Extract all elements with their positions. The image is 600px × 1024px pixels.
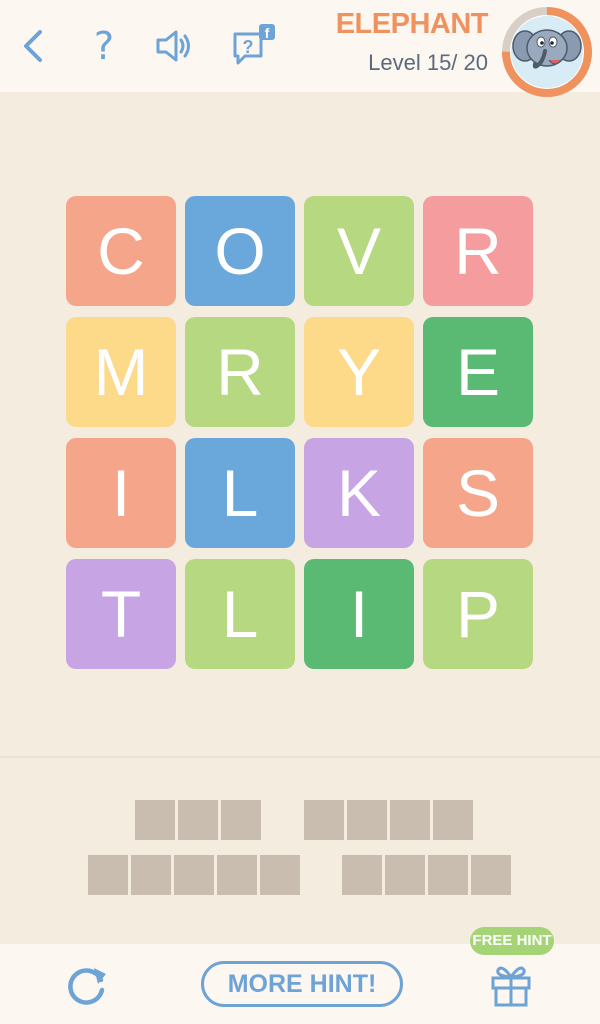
letter-tile[interactable]: S xyxy=(423,438,533,548)
free-hint-gift-button[interactable] xyxy=(488,960,534,1008)
letter-tile[interactable]: O xyxy=(185,196,295,306)
answer-letter-box xyxy=(131,855,171,895)
answer-letter-box xyxy=(385,855,425,895)
facebook-ask-button[interactable]: ? f xyxy=(228,22,275,70)
divider xyxy=(0,756,600,758)
answer-letter-box xyxy=(217,855,257,895)
letter-tile[interactable]: I xyxy=(304,559,414,669)
answer-letter-box xyxy=(221,800,261,840)
letter-tile[interactable]: V xyxy=(304,196,414,306)
top-bar: ? ? f ELEPHANT Level 15/ 20 xyxy=(0,0,600,97)
answer-letter-box xyxy=(342,855,382,895)
answer-word-slot xyxy=(88,855,300,895)
answer-letter-box xyxy=(304,800,344,840)
answer-letter-box xyxy=(135,800,175,840)
answer-letter-box xyxy=(88,855,128,895)
free-hint-badge[interactable]: FREE HINT xyxy=(470,927,554,955)
avatar xyxy=(499,4,595,100)
letter-tile[interactable]: P xyxy=(423,559,533,669)
answer-letter-box xyxy=(178,800,218,840)
elephant-icon xyxy=(512,29,582,69)
letter-tile[interactable]: M xyxy=(66,317,176,427)
sound-button[interactable] xyxy=(152,22,196,70)
back-chevron-icon xyxy=(24,30,42,62)
answer-letter-box xyxy=(174,855,214,895)
letter-tile[interactable]: L xyxy=(185,438,295,548)
facebook-question-icon: ? f xyxy=(233,24,275,65)
svg-text:f: f xyxy=(265,25,270,41)
letter-tile[interactable]: I xyxy=(66,438,176,548)
answer-letter-box xyxy=(390,800,430,840)
back-button[interactable] xyxy=(12,22,56,70)
answer-letter-box xyxy=(433,800,473,840)
svg-text:?: ? xyxy=(243,37,254,57)
letter-tile[interactable]: Y xyxy=(304,317,414,427)
letter-tile[interactable]: R xyxy=(185,317,295,427)
question-icon: ? xyxy=(93,24,115,68)
letter-grid: COVRMRYEILKSTLIP xyxy=(66,196,533,669)
letter-tile[interactable]: C xyxy=(66,196,176,306)
letter-tile[interactable]: T xyxy=(66,559,176,669)
more-hint-button[interactable]: MORE HINT! xyxy=(201,961,403,1007)
level-title: ELEPHANT xyxy=(335,8,489,40)
gift-icon xyxy=(491,966,531,1007)
refresh-icon xyxy=(68,968,106,1005)
answer-letter-box xyxy=(260,855,300,895)
help-button[interactable]: ? xyxy=(82,22,126,70)
answer-word-slot xyxy=(135,800,261,840)
letter-tile[interactable]: R xyxy=(423,196,533,306)
answer-letter-box xyxy=(471,855,511,895)
letter-tile[interactable]: E xyxy=(423,317,533,427)
letter-tile[interactable]: K xyxy=(304,438,414,548)
level-counter: Level 15/ 20 xyxy=(368,50,488,75)
speaker-icon xyxy=(156,30,190,62)
answer-word-slot xyxy=(342,855,511,895)
answer-letter-box xyxy=(347,800,387,840)
answer-word-slot xyxy=(304,800,473,840)
answer-letter-box xyxy=(428,855,468,895)
letter-tile[interactable]: L xyxy=(185,559,295,669)
refresh-button[interactable] xyxy=(62,960,112,1010)
